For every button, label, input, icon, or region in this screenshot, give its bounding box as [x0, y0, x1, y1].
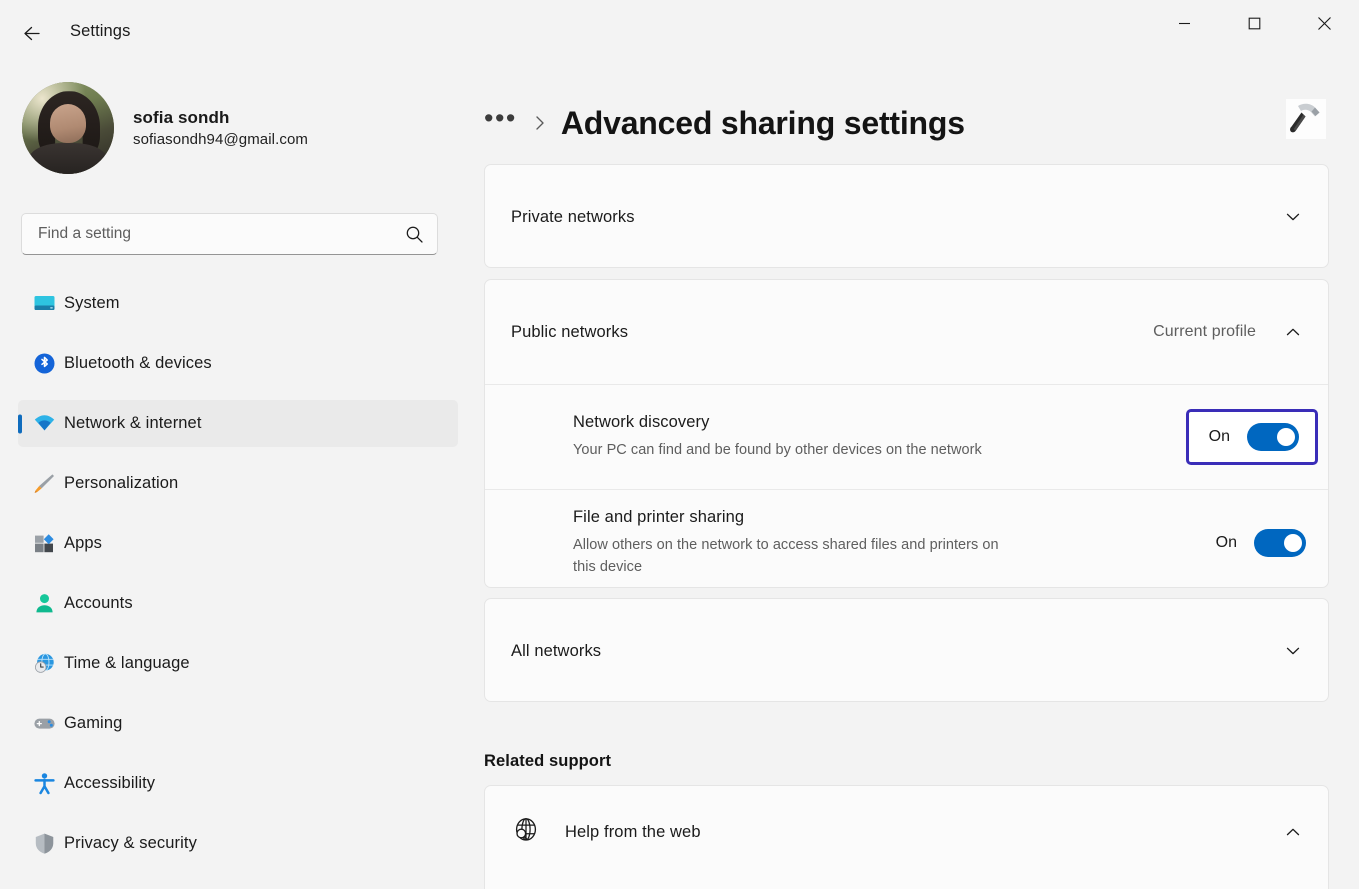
gamepad-icon	[32, 712, 56, 736]
user-profile[interactable]: sofia sondh sofiasondh94@gmail.com	[22, 82, 320, 174]
sidebar-item-label: Privacy & security	[64, 834, 197, 853]
help-from-web-label: Help from the web	[565, 823, 1256, 842]
maximize-button[interactable]	[1219, 0, 1289, 46]
sidebar-item-privacy-security[interactable]: Privacy & security	[18, 820, 458, 867]
card-title: Public networks	[511, 323, 1153, 342]
sidebar-item-label: Bluetooth & devices	[64, 354, 212, 373]
back-button[interactable]	[14, 18, 48, 48]
chevron-up-icon[interactable]	[1280, 819, 1306, 845]
sidebar-item-label: Accounts	[64, 594, 133, 613]
row-network-discovery: Network discovery Your PC can find and b…	[485, 385, 1328, 489]
network-discovery-toggle-group[interactable]: On	[1186, 409, 1318, 465]
title-bar: Settings	[0, 0, 1359, 62]
setting-description: Allow others on the network to access sh…	[573, 534, 1003, 579]
card-header[interactable]: Public networks Current profile	[485, 280, 1328, 384]
sidebar-item-bluetooth-devices[interactable]: Bluetooth & devices	[18, 340, 458, 387]
minimize-icon	[1178, 17, 1191, 30]
sidebar-item-network-internet[interactable]: Network & internet	[18, 400, 458, 447]
close-button[interactable]	[1289, 0, 1359, 46]
navigation-list: System Bluetooth & devices	[18, 280, 458, 880]
sidebar-item-gaming[interactable]: Gaming	[18, 700, 458, 747]
setting-title: File and printer sharing	[573, 508, 1198, 527]
profile-name: sofia sondh	[133, 108, 308, 128]
sidebar-item-accounts[interactable]: Accounts	[18, 580, 458, 627]
maximize-icon	[1248, 17, 1261, 30]
sidebar-item-label: Time & language	[64, 654, 190, 673]
toggle-knob	[1284, 534, 1302, 552]
shield-icon	[32, 832, 56, 856]
card-help-from-web[interactable]: Help from the web	[484, 785, 1329, 889]
back-arrow-icon	[21, 23, 42, 44]
chevron-down-icon[interactable]	[1280, 638, 1306, 664]
card-all-networks[interactable]: All networks	[484, 598, 1329, 702]
chevron-up-icon[interactable]	[1280, 319, 1306, 345]
window-controls	[1149, 0, 1359, 46]
row-file-printer-sharing: File and printer sharing Allow others on…	[485, 490, 1328, 588]
sidebar-item-label: Network & internet	[64, 414, 202, 433]
setting-title: Network discovery	[573, 413, 1168, 432]
profile-email: sofiasondh94@gmail.com	[133, 131, 308, 148]
minimize-button[interactable]	[1149, 0, 1219, 46]
page-header: ••• Advanced sharing settings	[484, 82, 1344, 164]
sidebar-item-personalization[interactable]: Personalization	[18, 460, 458, 507]
file-printer-sharing-toggle-group[interactable]: On	[1216, 529, 1306, 557]
sidebar: sofia sondh sofiasondh94@gmail.com	[0, 62, 470, 889]
sidebar-item-label: Personalization	[64, 474, 178, 493]
chevron-right-icon	[533, 113, 547, 133]
avatar	[22, 82, 114, 174]
person-icon	[32, 592, 56, 616]
current-profile-badge: Current profile	[1153, 323, 1256, 341]
paintbrush-icon	[32, 472, 56, 496]
search-input[interactable]	[38, 225, 405, 243]
sidebar-item-label: Apps	[64, 534, 102, 553]
main-content: ••• Advanced sharing settings Pr	[470, 62, 1359, 889]
globe-clock-icon	[32, 652, 56, 676]
card-title: Private networks	[511, 208, 1280, 227]
close-icon	[1317, 16, 1332, 31]
sidebar-item-time-language[interactable]: Time & language	[18, 640, 458, 687]
bluetooth-icon	[32, 352, 56, 376]
sidebar-item-apps[interactable]: Apps	[18, 520, 458, 567]
page-title: Advanced sharing settings	[561, 105, 965, 142]
chevron-down-icon[interactable]	[1280, 204, 1306, 230]
card-header[interactable]: Private networks	[485, 165, 1328, 268]
related-support-heading: Related support	[484, 752, 611, 771]
toggle-state-label: On	[1216, 534, 1237, 552]
sidebar-item-label: Accessibility	[64, 774, 155, 793]
search-box[interactable]	[21, 213, 438, 255]
globe-search-icon	[511, 815, 541, 850]
card-header[interactable]: All networks	[485, 599, 1328, 702]
sidebar-item-label: System	[64, 294, 120, 313]
settings-window: Settings	[0, 0, 1359, 889]
setting-description: Your PC can find and be found by other d…	[573, 439, 1003, 461]
help-from-web-row[interactable]: Help from the web	[485, 786, 1328, 878]
file-printer-sharing-toggle[interactable]	[1254, 529, 1306, 557]
hammer-icon	[1283, 96, 1329, 142]
sidebar-item-system[interactable]: System	[18, 280, 458, 327]
apps-grid-icon	[32, 532, 56, 556]
monitor-icon	[32, 292, 56, 316]
breadcrumb-overflow-button[interactable]: •••	[484, 105, 517, 132]
search-icon[interactable]	[405, 225, 424, 244]
toggle-knob	[1277, 428, 1295, 446]
accessibility-icon	[32, 772, 56, 796]
sidebar-item-accessibility[interactable]: Accessibility	[18, 760, 458, 807]
network-discovery-toggle[interactable]	[1247, 423, 1299, 451]
app-title: Settings	[70, 22, 130, 41]
card-title: All networks	[511, 642, 1280, 661]
toggle-state-label: On	[1209, 428, 1230, 446]
card-public-networks: Public networks Current profile Network …	[484, 279, 1329, 588]
card-private-networks[interactable]: Private networks	[484, 164, 1329, 268]
wifi-icon	[32, 412, 56, 436]
sidebar-item-label: Gaming	[64, 714, 122, 733]
